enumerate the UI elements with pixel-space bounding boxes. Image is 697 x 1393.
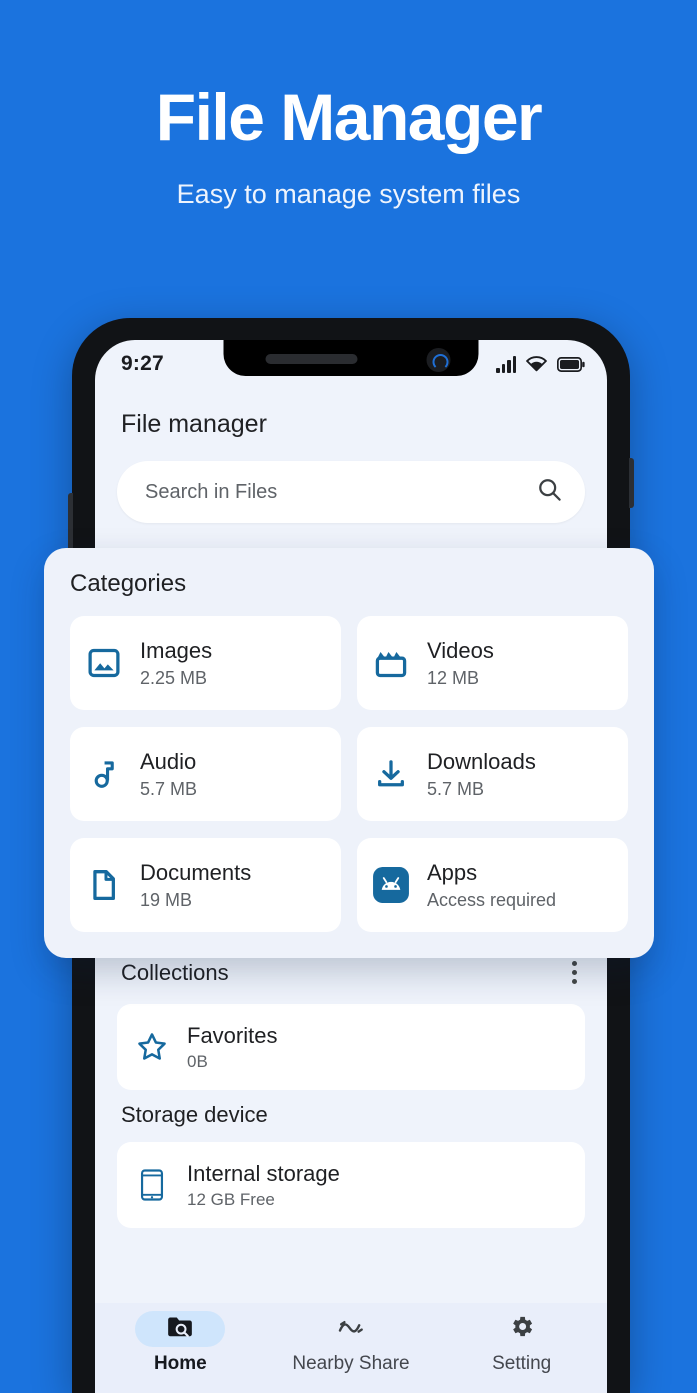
storage-heading: Storage device [121, 1102, 268, 1127]
status-time: 9:27 [121, 352, 164, 375]
category-item-apps[interactable]: Apps Access required [357, 838, 628, 932]
collections-section-header: Collections [95, 955, 607, 990]
front-camera-icon [426, 348, 451, 372]
speaker-grille-icon [265, 354, 358, 364]
wifi-icon [526, 356, 547, 372]
nearby-share-icon [336, 1314, 366, 1345]
nav-item-label: Home [153, 1353, 207, 1374]
categories-card: Categories Images 2.25 MB Videos 12 MB A… [44, 548, 654, 958]
nav-item-setting[interactable]: Setting [436, 1311, 607, 1375]
list-item-label: Favorites [187, 1022, 278, 1048]
signal-bars-icon [496, 355, 516, 373]
category-size: 5.7 MB [427, 778, 485, 799]
more-vertical-icon[interactable] [566, 955, 583, 990]
page-title: File Manager [155, 80, 543, 154]
storage-section-header: Storage device [95, 1102, 607, 1128]
android-robot-icon [371, 866, 411, 904]
nav-pill [306, 1311, 396, 1347]
list-item-label: Internal storage [187, 1160, 340, 1186]
document-icon [84, 868, 124, 902]
hero-banner: File Manager Easy to manage system files [0, 0, 697, 210]
nav-item-home[interactable]: Home [95, 1311, 266, 1375]
category-label: Apps [427, 859, 478, 885]
movie-clapper-icon [371, 646, 411, 680]
category-label: Images [140, 637, 213, 663]
list-item-internal-storage[interactable]: Internal storage 12 GB Free [117, 1142, 585, 1228]
phone-notch [223, 340, 479, 376]
category-item-images[interactable]: Images 2.25 MB [70, 616, 341, 710]
music-note-icon [84, 757, 124, 791]
list-item-favorites[interactable]: Favorites 0B [117, 1004, 585, 1090]
category-item-downloads[interactable]: Downloads 5.7 MB [357, 727, 628, 821]
image-icon [84, 646, 124, 680]
bottom-navigation: Home Nearby Share Setting [95, 1303, 607, 1393]
category-item-audio[interactable]: Audio 5.7 MB [70, 727, 341, 821]
category-size: 2.25 MB [140, 667, 208, 688]
page-subtitle: Easy to manage system files [176, 179, 521, 209]
download-icon [371, 757, 411, 791]
app-title: File manager [121, 410, 267, 438]
nav-item-label: Setting [492, 1353, 552, 1374]
phone-power-button [629, 458, 634, 508]
status-icons [496, 355, 585, 373]
category-size: 12 MB [427, 667, 480, 688]
nav-active-pill [135, 1311, 226, 1347]
battery-full-icon [557, 356, 585, 372]
list-item-size: 12 GB Free [187, 1189, 275, 1209]
folder-search-icon [166, 1314, 194, 1345]
category-item-documents[interactable]: Documents 19 MB [70, 838, 341, 932]
collections-heading: Collections [121, 959, 229, 985]
nav-pill [477, 1311, 567, 1347]
category-label: Downloads [427, 748, 536, 774]
category-label: Videos [427, 637, 494, 663]
star-outline-icon [135, 1031, 169, 1063]
nav-item-label: Nearby Share [292, 1353, 410, 1374]
category-size: 5.7 MB [140, 778, 198, 799]
search-icon[interactable] [536, 476, 563, 508]
category-item-videos[interactable]: Videos 12 MB [357, 616, 628, 710]
category-size: 19 MB [140, 889, 193, 910]
category-label: Documents [140, 859, 252, 885]
category-size: Access required [427, 889, 557, 910]
categories-heading: Categories [70, 570, 187, 597]
category-label: Audio [140, 748, 197, 774]
list-item-size: 0B [187, 1051, 208, 1071]
search-placeholder: Search in Files [145, 480, 278, 503]
nav-item-nearby-share[interactable]: Nearby Share [266, 1311, 437, 1375]
categories-grid: Images 2.25 MB Videos 12 MB Audio 5.7 MB… [70, 616, 628, 932]
search-input[interactable]: Search in Files [117, 461, 585, 523]
phone-device-icon [135, 1169, 169, 1201]
gear-icon [508, 1313, 535, 1345]
